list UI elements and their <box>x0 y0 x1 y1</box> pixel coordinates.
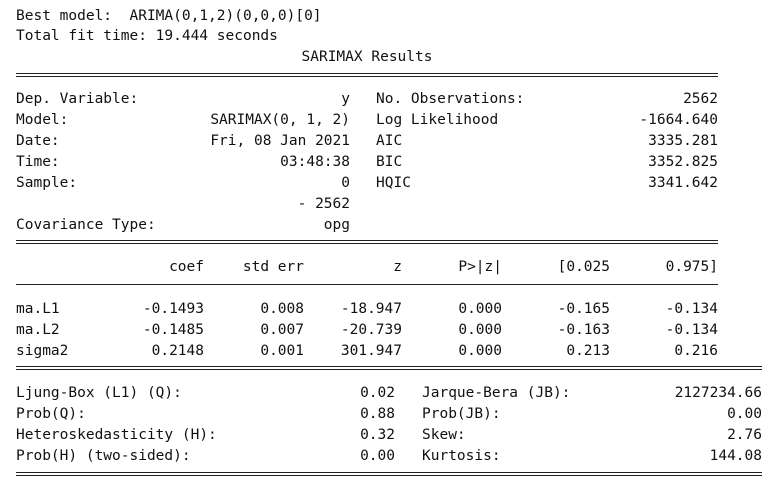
double-rule <box>16 366 762 370</box>
double-rule <box>16 73 718 77</box>
fit-time-line: Total fit time: 19.444 seconds <box>16 28 278 44</box>
diagnostic-label: Ljung-Box (L1) (Q): <box>16 385 182 401</box>
double-rule <box>16 472 762 476</box>
info-value: - 2562 <box>297 196 350 212</box>
table-cell: 0.000 <box>458 343 502 359</box>
table-cell: -0.165 <box>557 301 610 317</box>
column-header: P>|z| <box>458 259 502 275</box>
diagnostic-label: Jarque-Bera (JB): <box>422 385 571 401</box>
diagnostic-value: 0.88 <box>360 406 395 422</box>
table-cell: -0.134 <box>665 322 718 338</box>
table-cell: -0.163 <box>557 322 610 338</box>
info-value: Fri, 08 Jan 2021 <box>210 133 350 149</box>
info-label: HQIC <box>376 175 411 191</box>
diagnostic-value: 2127234.66 <box>674 385 762 401</box>
row-name: ma.L1 <box>16 301 60 317</box>
info-label: Date: <box>16 133 60 149</box>
info-label: Time: <box>16 154 60 170</box>
info-value: opg <box>323 217 350 233</box>
table-cell: 301.947 <box>340 343 402 359</box>
row-name: sigma2 <box>16 343 69 359</box>
info-value: 2562 <box>683 91 718 107</box>
row-name: ma.L2 <box>16 322 60 338</box>
column-header: [0.025 <box>557 259 610 275</box>
info-value: -1664.640 <box>639 112 718 128</box>
info-label: Log Likelihood <box>376 112 499 128</box>
diagnostic-value: 0.32 <box>360 427 395 443</box>
table-cell: -0.134 <box>665 301 718 317</box>
single-rule <box>16 284 718 285</box>
table-cell: 0.213 <box>566 343 610 359</box>
info-value: y <box>341 91 350 107</box>
results-title: SARIMAX Results <box>301 49 433 65</box>
info-label: No. Observations: <box>376 91 525 107</box>
info-value: 3335.281 <box>648 133 718 149</box>
table-cell: 0.000 <box>458 322 502 338</box>
info-label: BIC <box>376 154 403 170</box>
diagnostic-value: 144.08 <box>709 448 762 464</box>
info-label: Covariance Type: <box>16 217 156 233</box>
diagnostic-value: 0.00 <box>360 448 395 464</box>
info-value: 3341.642 <box>648 175 718 191</box>
diagnostic-value: 0.00 <box>727 406 762 422</box>
best-model-line: Best model: ARIMA(0,1,2)(0,0,0)[0] <box>16 8 322 24</box>
info-value: 0 <box>341 175 350 191</box>
diagnostic-label: Skew: <box>422 427 466 443</box>
diagnostic-label: Heteroskedasticity (H): <box>16 427 217 443</box>
table-cell: 0.007 <box>260 322 304 338</box>
column-header: std err <box>242 259 304 275</box>
double-rule <box>16 240 718 244</box>
column-header: 0.975] <box>665 259 718 275</box>
info-value: SARIMAX(0, 1, 2) <box>210 112 350 128</box>
table-cell: 0.001 <box>260 343 304 359</box>
info-label: Sample: <box>16 175 78 191</box>
diagnostic-value: 2.76 <box>727 427 762 443</box>
diagnostic-value: 0.02 <box>360 385 395 401</box>
table-cell: 0.000 <box>458 301 502 317</box>
column-header: coef <box>169 259 204 275</box>
table-cell: 0.008 <box>260 301 304 317</box>
info-label: AIC <box>376 133 403 149</box>
table-cell: 0.2148 <box>151 343 204 359</box>
column-header: z <box>393 259 402 275</box>
table-cell: 0.216 <box>674 343 718 359</box>
table-cell: -0.1493 <box>142 301 204 317</box>
info-label: Model: <box>16 112 69 128</box>
diagnostic-label: Kurtosis: <box>422 448 501 464</box>
info-value: 03:48:38 <box>280 154 350 170</box>
info-value: 3352.825 <box>648 154 718 170</box>
info-label: Dep. Variable: <box>16 91 139 107</box>
diagnostic-label: Prob(Q): <box>16 406 86 422</box>
table-cell: -20.739 <box>340 322 402 338</box>
diagnostic-label: Prob(H) (two-sided): <box>16 448 191 464</box>
table-cell: -0.1485 <box>142 322 204 338</box>
diagnostic-label: Prob(JB): <box>422 406 501 422</box>
table-cell: -18.947 <box>340 301 402 317</box>
